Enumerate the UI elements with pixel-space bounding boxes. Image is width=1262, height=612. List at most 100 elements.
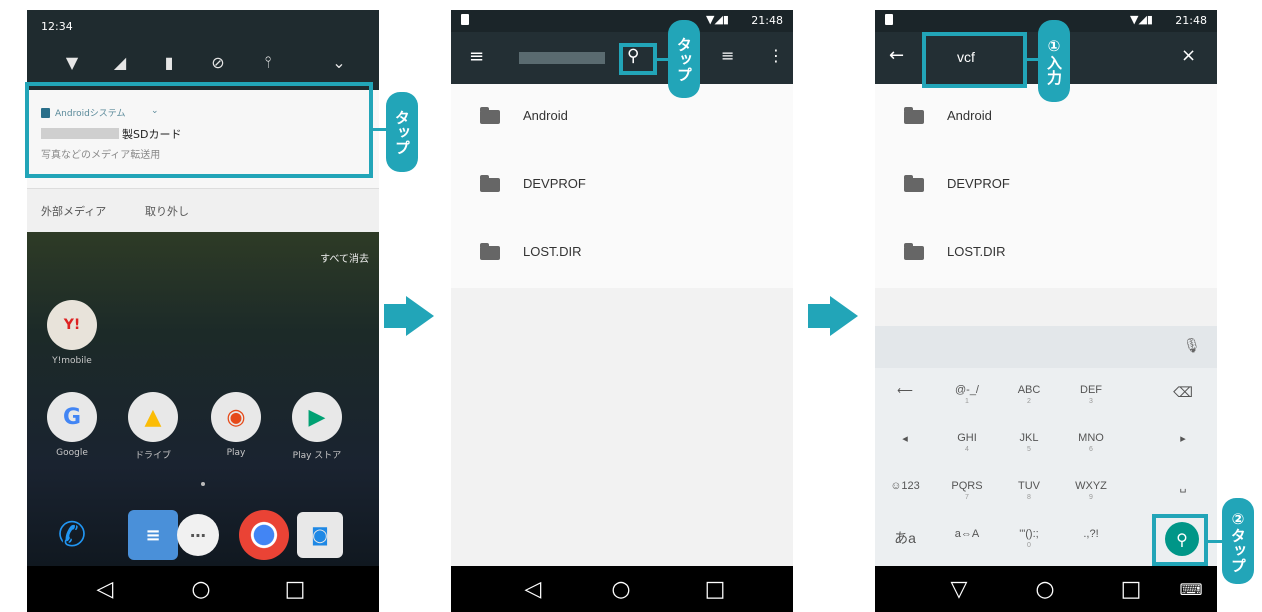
recents-icon[interactable]: □ [275,566,315,612]
app-label: Google [56,448,88,458]
messages-app-icon[interactable]: ≡ [128,510,178,560]
notification-actions: 外部メディア 取り外し [27,188,379,233]
clear-all-button[interactable]: すべて消去 [320,250,369,265]
sort-icon[interactable]: ≡ [721,46,734,65]
home-wallpaper: すべて消去 Y! Y!mobile G ▲ ◉ ▶ Google ドライブ Pl… [27,232,379,566]
home-icon[interactable]: ○ [1025,566,1065,612]
nav-bar: ◁ ○ □ [27,566,379,612]
key-5[interactable]: JKL 5 [999,420,1059,468]
folder-name: DEVPROF [947,176,1010,191]
folder-icon [904,243,924,260]
key-7[interactable]: PQRS 7 [937,468,997,516]
do-not-disturb-icon[interactable]: ⊘ [206,50,230,74]
home-icon[interactable]: ○ [601,566,641,612]
close-icon[interactable]: × [1181,45,1196,66]
wifi-icon[interactable]: ▼ [60,50,84,74]
callout-text: ①入力 [1045,37,1063,85]
tap-callout: ②タップ [1222,498,1254,584]
backspace-key[interactable]: ⌫ [1153,372,1213,420]
google-app-icon[interactable]: G [47,392,97,442]
key-0[interactable]: '"():; 0 [999,516,1059,564]
list-item[interactable]: DEVPROF [875,152,1217,220]
flow-arrow-icon [406,296,434,336]
phone-app-icon[interactable]: ✆ [47,510,97,560]
folder-name: Android [523,108,568,123]
menu-icon[interactable]: ≡ [469,46,484,67]
case-toggle-key[interactable]: a⇔A [937,516,997,564]
app-label: Play ストア [292,451,342,461]
chrome-app-icon[interactable] [239,510,289,560]
signal-icon[interactable]: ◢ [108,50,132,74]
keyboard-switch-icon[interactable]: ⌨ [1171,566,1211,612]
ymobile-app-icon[interactable]: Y! [47,300,97,350]
suggestion-bar: 🎙 [875,326,1217,368]
flow-arrow-shaft [384,304,406,328]
key-3[interactable]: DEF 3 [1061,372,1121,420]
status-time: 21:48 [751,14,783,27]
back-icon[interactable]: ◁ [513,566,553,612]
play-app-icon[interactable]: ◉ [211,392,261,442]
recents-icon[interactable]: □ [695,566,735,612]
key-4[interactable]: GHI 4 [937,420,997,468]
mode-key[interactable]: あa [875,516,935,564]
list-item[interactable]: LOST.DIR [875,220,1217,288]
folder-icon [480,107,500,124]
arrow-right-key[interactable]: ▸ [1153,420,1213,468]
highlight-notification [25,82,373,178]
callout-text: ②タップ [1229,509,1247,573]
back-icon[interactable]: ◁ [85,566,125,612]
folder-icon [904,107,924,124]
app-label: ドライブ [134,451,171,461]
arrow-left-key[interactable]: ◂ [875,420,935,468]
callout-text: タップ [393,109,411,155]
chevron-down-icon[interactable]: ⌄ [327,50,351,74]
folder-name: Android [947,108,992,123]
home-icon[interactable]: ○ [181,566,221,612]
more-options-icon[interactable]: ⋮ [768,46,784,65]
hide-keyboard-icon[interactable]: ▽ [939,566,979,612]
play-store-icon[interactable]: ▶ [292,392,342,442]
nav-bar: ◁ ○ □ [451,566,793,612]
phone-file-list-screen: ▼◢▮ 21:48 ≡ ⚲ ≡ ⋮ Android DEVPROF LOST.D… [451,10,793,612]
list-item[interactable]: DEVPROF [451,152,793,220]
highlight-search-button [619,43,657,75]
recents-icon[interactable]: □ [1111,566,1151,612]
signal-icon: ▼◢▮ [706,13,729,26]
list-item[interactable]: Android [451,84,793,152]
punctuation-key[interactable]: .,?! [1061,516,1121,564]
app-drawer-icon[interactable]: ⋯ [177,514,219,556]
tap-callout: タップ [668,20,700,98]
microphone-icon[interactable]: 🎙 [1183,338,1201,354]
tap-callout: タップ [386,92,418,172]
space-key[interactable]: ␣ [1153,468,1213,516]
cursor-left-key[interactable]: ⟵ [875,372,935,420]
key-8[interactable]: TUV 8 [999,468,1059,516]
flow-arrow-icon [830,296,858,336]
status-bar: ▼◢▮ 21:48 [451,10,793,32]
key-2[interactable]: ABC 2 [999,372,1059,420]
action-external-media[interactable]: 外部メディア [41,203,106,219]
action-eject[interactable]: 取り外し [145,203,189,219]
flow-arrow-shaft [808,304,830,328]
folder-name: DEVPROF [523,176,586,191]
flashlight-icon[interactable]: ⫯ [256,50,280,74]
highlight-search-input [922,32,1027,88]
folder-name: LOST.DIR [523,244,582,259]
key-6[interactable]: MNO 6 [1061,420,1121,468]
list-item[interactable]: LOST.DIR [451,220,793,288]
battery-icon[interactable]: ▮ [157,50,181,74]
folder-icon [480,243,500,260]
callout-text: タップ [675,36,693,82]
symbol-key[interactable]: ☺123 [875,468,935,516]
sd-icon [885,14,893,25]
highlight-keyboard-search [1152,514,1208,566]
status-time: 12:34 [41,20,73,33]
nav-bar: ▽ ○ □ ⌨ [875,566,1217,612]
camera-app-icon[interactable]: ◙ [297,512,343,558]
signal-icon: ▼◢▮ [1130,13,1153,26]
app-label: Y!mobile [52,356,92,366]
key-1[interactable]: @-_/1 [937,372,997,420]
drive-app-icon[interactable]: ▲ [128,392,178,442]
back-arrow-icon[interactable]: ← [889,45,904,66]
key-9[interactable]: WXYZ 9 [1061,468,1121,516]
